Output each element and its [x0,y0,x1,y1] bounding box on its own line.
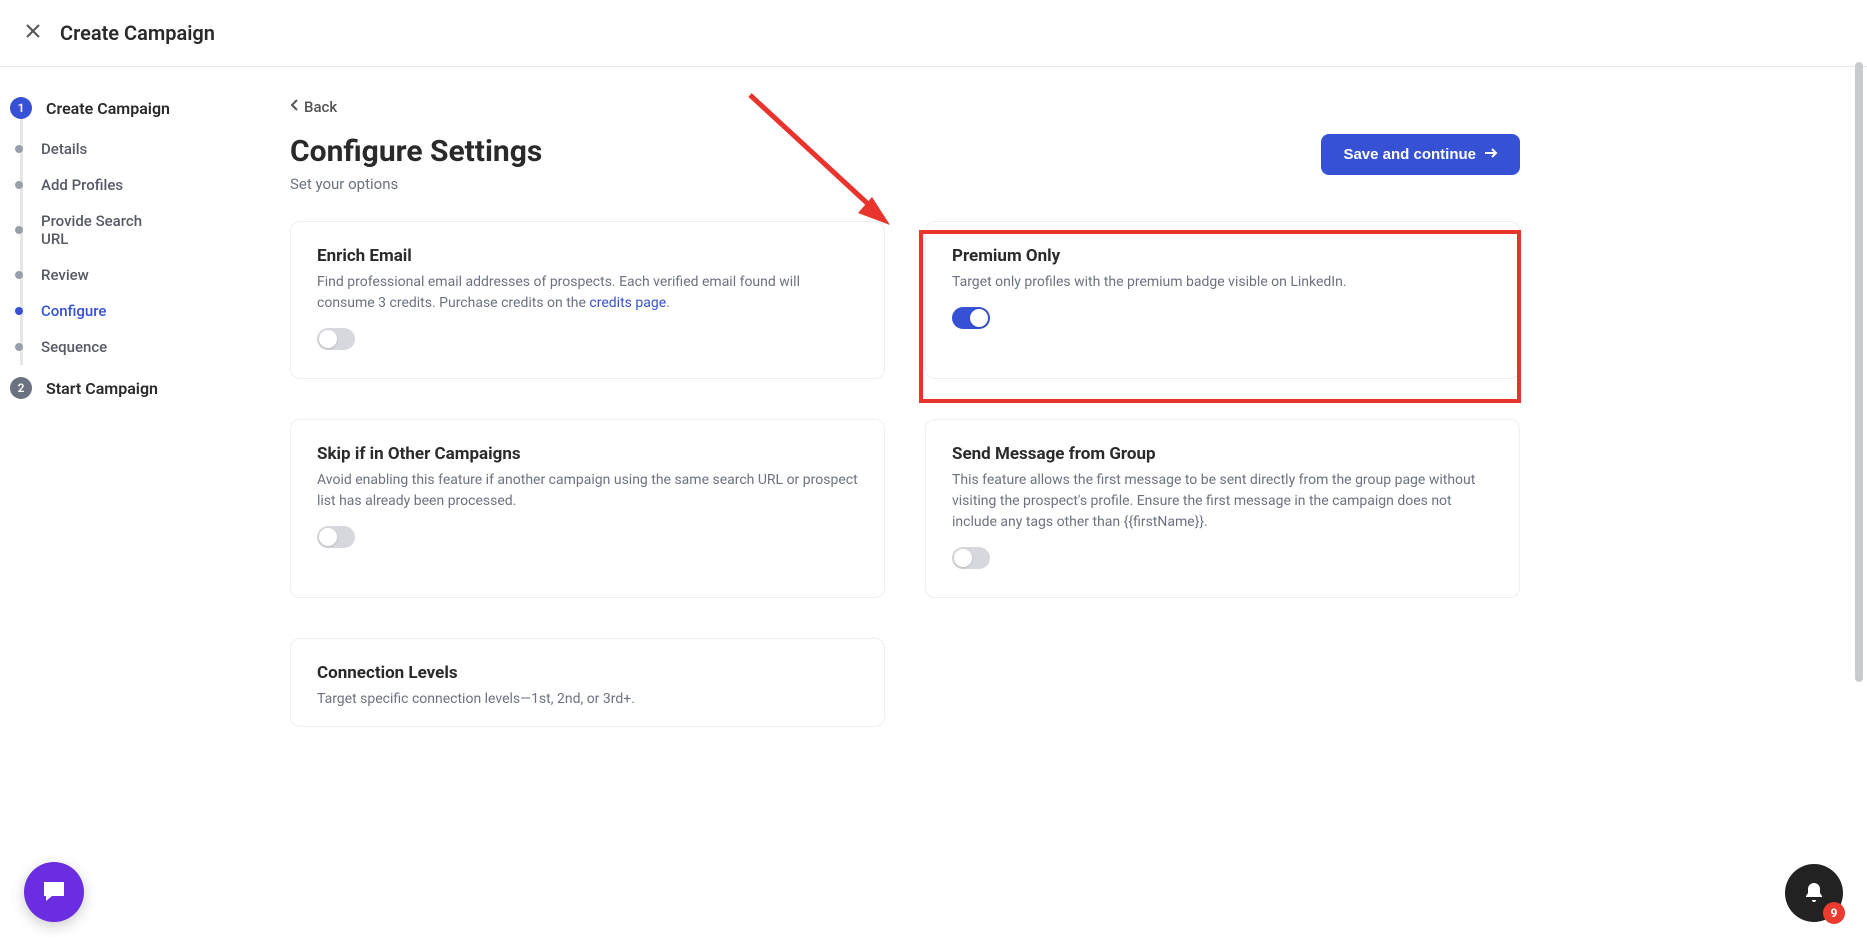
card-title: Send Message from Group [952,444,1493,464]
premium-only-toggle[interactable] [952,307,990,329]
credits-page-link[interactable]: credits page [589,295,666,311]
dot-icon [15,343,23,351]
notifications-fab-button[interactable]: 9 [1785,864,1843,922]
dot-icon [15,145,23,153]
sidebar-item-label: Provide Search URL [41,212,171,248]
card-description: Avoid enabling this feature if another c… [317,470,858,512]
dot-icon [15,307,23,315]
step-title-1: Create Campaign [46,99,170,118]
toggle-knob [319,528,337,546]
send-message-from-group-card: Send Message from Group This feature all… [925,419,1520,598]
scrollbar-thumb[interactable] [1855,62,1863,682]
save-and-continue-button[interactable]: Save and continue [1321,134,1520,175]
page-heading: Configure Settings Set your options [290,134,542,193]
dot-icon [15,181,23,189]
dot-icon [15,226,23,234]
toggle-knob [970,309,988,327]
scrollbar[interactable] [1855,62,1863,702]
header: Create Campaign [0,0,1867,67]
card-description: Target only profiles with the premium ba… [952,272,1493,293]
header-title: Create Campaign [60,21,215,45]
sidebar-item-review[interactable]: Review [15,257,270,293]
main-content: Back Configure Settings Set your options… [270,67,1560,951]
step-number-2: 2 [10,377,32,399]
send-message-from-group-toggle[interactable] [952,547,990,569]
step-number-1: 1 [10,97,32,119]
sidebar-item-sequence[interactable]: Sequence [15,329,270,365]
enrich-email-toggle[interactable] [317,328,355,350]
card-title: Enrich Email [317,246,858,266]
dot-icon [15,271,23,279]
step-title-2: Start Campaign [46,379,158,398]
back-label: Back [304,98,337,116]
sidebar-item-provide-search-url[interactable]: Provide Search URL [15,203,270,257]
sidebar-item-details[interactable]: Details [15,131,270,167]
card-desc-text: Find professional email addresses of pro… [317,274,800,311]
card-title: Skip if in Other Campaigns [317,444,858,464]
skip-other-campaigns-card: Skip if in Other Campaigns Avoid enablin… [290,419,885,598]
arrow-right-icon [1484,146,1498,163]
card-description: This feature allows the first message to… [952,470,1493,533]
sidebar-item-configure[interactable]: Configure [15,293,270,329]
enrich-email-card: Enrich Email Find professional email add… [290,221,885,379]
premium-only-card: Premium Only Target only profiles with t… [925,221,1520,379]
sidebar-item-label: Details [41,140,87,158]
toggle-knob [954,549,972,567]
card-description: Target specific connection levels—1st, 2… [317,689,858,710]
card-title: Premium Only [952,246,1493,266]
toggle-knob [319,330,337,348]
sidebar-item-label: Add Profiles [41,176,123,194]
chat-fab-button[interactable] [24,862,84,922]
chevron-left-icon [290,98,300,116]
sidebar-item-add-profiles[interactable]: Add Profiles [15,167,270,203]
save-button-label: Save and continue [1343,146,1476,163]
sidebar-item-label: Review [41,266,89,284]
card-desc-text: . [666,295,670,311]
step-create-campaign: 1 Create Campaign [10,97,270,119]
page-title: Configure Settings [290,134,542,169]
skip-other-campaigns-toggle[interactable] [317,526,355,548]
step-start-campaign: 2 Start Campaign [10,377,270,399]
chat-icon [40,878,68,906]
sidebar: 1 Create Campaign Details Add Profiles P… [0,67,270,951]
sidebar-item-label: Sequence [41,338,107,356]
bell-icon [1802,881,1826,905]
sidebar-item-label: Configure [41,302,106,320]
card-description: Find professional email addresses of pro… [317,272,858,314]
close-icon[interactable] [20,18,46,48]
card-title: Connection Levels [317,663,858,683]
connection-levels-card: Connection Levels Target specific connec… [290,638,885,727]
back-link[interactable]: Back [290,98,337,116]
page-subtitle: Set your options [290,175,542,193]
notification-badge: 9 [1823,902,1845,924]
